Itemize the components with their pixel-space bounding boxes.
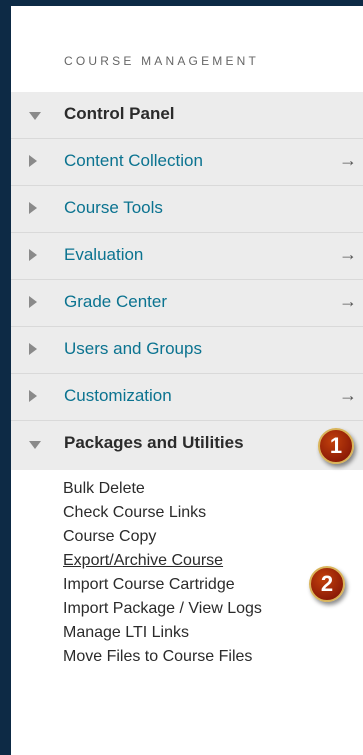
arrow-right-icon[interactable]: → [339, 385, 357, 406]
arrow-right-icon[interactable]: → [339, 150, 357, 171]
menu-item-label: Packages and Utilities [64, 433, 244, 452]
chevron-right-icon [29, 390, 37, 402]
menu-item-label: Users and Groups [64, 339, 202, 358]
submenu-link-check-course-links[interactable]: Check Course Links [63, 504, 206, 522]
submenu-link-manage-lti-links[interactable]: Manage LTI Links [63, 624, 189, 642]
menu-item-content-collection[interactable]: Content Collection → [11, 139, 363, 186]
chevron-right-icon [29, 202, 37, 214]
chevron-down-icon [29, 441, 41, 449]
menu-item-users-and-groups[interactable]: Users and Groups [11, 327, 363, 374]
menu-item-grade-center[interactable]: Grade Center → [11, 280, 363, 327]
menu-item-label: Evaluation [64, 245, 144, 264]
menu-item-packages-and-utilities[interactable]: Packages and Utilities [11, 421, 363, 468]
submenu-link-move-files-to-course-files[interactable]: Move Files to Course Files [63, 648, 252, 666]
chevron-right-icon [29, 249, 37, 261]
step-1-badge: 1 [318, 428, 354, 464]
section-heading: COURSE MANAGEMENT [64, 54, 260, 68]
arrow-right-icon[interactable]: → [339, 291, 357, 312]
chevron-down-icon [29, 112, 41, 120]
menu-item-label: Grade Center [64, 292, 167, 311]
submenu-link-course-copy[interactable]: Course Copy [63, 528, 156, 546]
menu-item-label: Content Collection [64, 151, 203, 170]
menu-item-control-panel[interactable]: Control Panel [11, 92, 363, 139]
submenu-link-export-archive-course[interactable]: Export/Archive Course [63, 552, 223, 570]
menu-item-label: Course Tools [64, 198, 163, 217]
chevron-right-icon [29, 343, 37, 355]
chevron-right-icon [29, 155, 37, 167]
course-management-panel: COURSE MANAGEMENT Control Panel Content … [11, 6, 363, 755]
step-2-badge: 2 [309, 566, 345, 602]
menu-item-label: Customization [64, 386, 172, 405]
chevron-right-icon [29, 296, 37, 308]
menu-item-label: Control Panel [64, 104, 175, 123]
submenu-link-import-course-cartridge[interactable]: Import Course Cartridge [63, 576, 235, 594]
submenu-link-import-package-view-logs[interactable]: Import Package / View Logs [63, 600, 262, 618]
submenu-link-bulk-delete[interactable]: Bulk Delete [63, 480, 145, 498]
menu-item-course-tools[interactable]: Course Tools [11, 186, 363, 233]
menu-item-customization[interactable]: Customization → [11, 374, 363, 421]
arrow-right-icon[interactable]: → [339, 244, 357, 265]
menu-item-evaluation[interactable]: Evaluation → [11, 233, 363, 280]
